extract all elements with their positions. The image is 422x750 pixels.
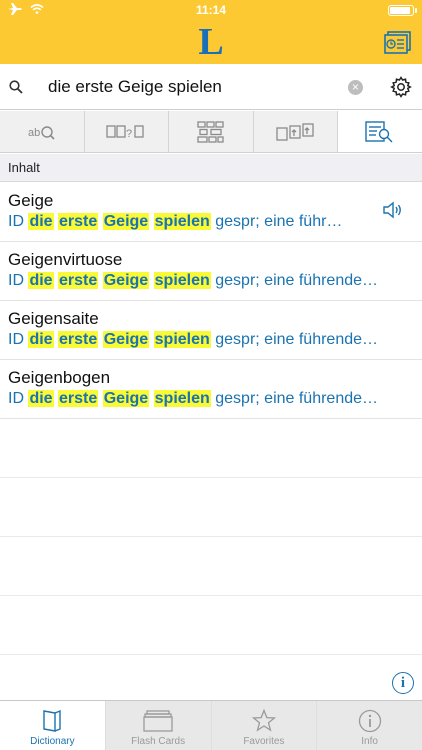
tab-fuzzy[interactable] xyxy=(169,111,254,152)
entry-snippet: ID die erste Geige spielen gespr; eine f… xyxy=(8,329,422,351)
highlight-word: die xyxy=(28,390,54,407)
flashcard-history-icon[interactable] xyxy=(382,30,412,56)
autocomplete-icon: ab xyxy=(28,125,55,140)
list-item[interactable]: Geigenbogen ID die erste Geige spielen g… xyxy=(0,360,422,419)
list-item[interactable]: Geigenvirtuose ID die erste Geige spiele… xyxy=(0,242,422,301)
tab-label: Flash Cards xyxy=(131,736,186,747)
tab-favorites[interactable]: Favorites xyxy=(211,701,318,750)
bottom-tab-bar: Dictionary Flash Cards Favorites Info xyxy=(0,700,422,750)
section-header: Inhalt xyxy=(0,154,422,182)
gear-icon[interactable] xyxy=(390,76,412,98)
highlight-word: erste xyxy=(58,390,99,407)
speaker-icon[interactable] xyxy=(382,201,404,219)
status-time: 11:14 xyxy=(195,3,227,17)
book-icon xyxy=(43,709,62,732)
tab-label: Favorites xyxy=(243,736,285,747)
search-mode-tabs: ab ? xyxy=(0,111,422,153)
highlight-word: spielen xyxy=(153,213,211,230)
tab-flash-cards[interactable]: Flash Cards xyxy=(105,701,212,750)
snippet-rest: gespr; eine führ… xyxy=(215,213,343,230)
phrase-search-icon xyxy=(275,122,314,141)
search-input[interactable] xyxy=(40,72,330,102)
app-logo: L xyxy=(198,21,224,63)
tab-dictionary[interactable]: Dictionary xyxy=(0,701,106,750)
highlight-word: Geige xyxy=(102,331,150,348)
highlight-word: erste xyxy=(58,331,99,348)
snippet-rest: gespr; eine führende… xyxy=(215,272,379,289)
tab-autocomplete[interactable]: ab xyxy=(0,111,85,152)
headword: Geige xyxy=(8,191,54,210)
highlight-word: Geige xyxy=(102,272,150,289)
search-icon xyxy=(9,80,23,94)
list-item[interactable]: Geige ID die erste Geige spielen gespr; … xyxy=(0,183,422,242)
headword: Geigenvirtuose xyxy=(8,250,123,269)
flash-cards-icon xyxy=(143,710,173,732)
entry-snippet: ID die erste Geige spielen gespr; eine f… xyxy=(8,388,422,410)
highlight-word: die xyxy=(28,272,54,289)
highlight-word: Geige xyxy=(102,213,150,230)
fuzzy-grid-icon xyxy=(197,120,224,143)
highlight-word: spielen xyxy=(153,390,211,407)
highlight-word: erste xyxy=(58,272,99,289)
empty-row xyxy=(0,537,422,596)
tab-info[interactable]: Info xyxy=(317,701,422,750)
wildcard-icon: ? xyxy=(106,124,145,140)
tab-fulltext[interactable] xyxy=(338,111,422,152)
tab-phrase[interactable] xyxy=(254,111,339,152)
snippet-rest: gespr; eine führende… xyxy=(215,390,379,407)
status-bar: 11:14 xyxy=(0,0,422,20)
info-icon xyxy=(358,709,381,733)
highlight-word: Geige xyxy=(102,390,150,407)
snippet-prefix: ID xyxy=(8,272,24,289)
tab-label: Info xyxy=(361,736,378,747)
snippet-prefix: ID xyxy=(8,213,24,230)
clear-search-icon[interactable]: × xyxy=(348,80,363,95)
info-button[interactable]: i xyxy=(392,672,414,694)
search-bar: × xyxy=(0,64,422,110)
svg-text:ab: ab xyxy=(28,127,40,139)
tab-wildcard[interactable]: ? xyxy=(85,111,170,152)
result-list: Geige ID die erste Geige spielen gespr; … xyxy=(0,183,422,655)
empty-row xyxy=(0,419,422,478)
star-icon xyxy=(251,709,276,732)
list-item[interactable]: Geigensaite ID die erste Geige spielen g… xyxy=(0,301,422,360)
svg-text:?: ? xyxy=(126,128,132,140)
highlight-word: erste xyxy=(58,213,99,230)
highlight-word: spielen xyxy=(153,272,211,289)
entry-snippet: ID die erste Geige spielen gespr; eine f… xyxy=(8,211,422,233)
snippet-rest: gespr; eine führende… xyxy=(215,331,379,348)
snippet-prefix: ID xyxy=(8,390,24,407)
entry-snippet: ID die erste Geige spielen gespr; eine f… xyxy=(8,270,422,292)
empty-row xyxy=(0,596,422,655)
top-bar: 11:14 L xyxy=(0,0,422,64)
empty-row xyxy=(0,478,422,537)
battery-icon xyxy=(388,5,417,16)
headword: Geigensaite xyxy=(8,309,99,328)
highlight-word: die xyxy=(28,331,54,348)
fulltext-search-icon xyxy=(365,120,393,142)
tab-label: Dictionary xyxy=(30,736,75,747)
snippet-prefix: ID xyxy=(8,331,24,348)
highlight-word: spielen xyxy=(153,331,211,348)
highlight-word: die xyxy=(28,213,54,230)
headword: Geigenbogen xyxy=(8,368,111,387)
